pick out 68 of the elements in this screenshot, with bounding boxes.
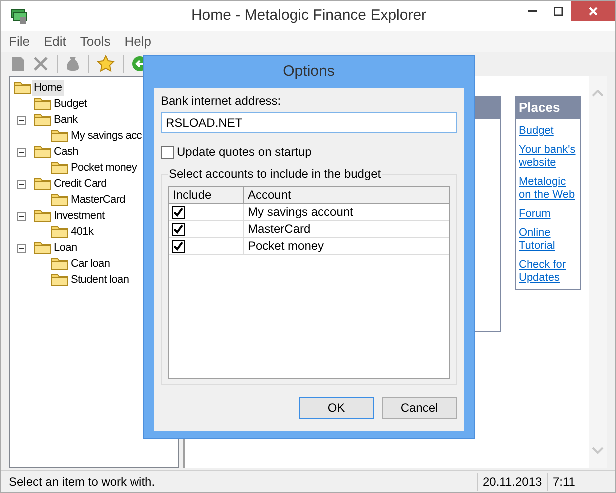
minimize-icon	[528, 10, 536, 12]
place-link[interactable]: Budget	[516, 125, 580, 138]
window-title: Home - Metalogic Finance Explorer	[190, 6, 428, 26]
folder-icon	[51, 129, 69, 143]
checkbox-label: Update quotes on startup	[177, 144, 312, 161]
folder-icon	[34, 113, 52, 127]
account-cell-text: MasterCard	[247, 221, 312, 237]
tree-item[interactable]: Home	[32, 80, 64, 96]
places-title: Places	[516, 97, 580, 119]
tree-item[interactable]: Bank	[52, 112, 80, 128]
status-message: Select an item to work with.	[8, 474, 156, 490]
close-button[interactable]	[571, 1, 615, 21]
place-link[interactable]: Metalogic on the Web	[516, 176, 580, 202]
place-link[interactable]: Forum	[516, 208, 580, 221]
tree-item[interactable]: Cash	[52, 144, 80, 160]
tree-item[interactable]: Investment	[52, 208, 107, 224]
tree-item[interactable]: Credit Card	[52, 176, 109, 192]
maximize-icon	[554, 6, 562, 16]
menu-item[interactable]: Help	[124, 32, 152, 52]
column-header[interactable]: Include	[169, 187, 244, 203]
folder-icon	[34, 209, 52, 223]
menu-item[interactable]: File	[9, 32, 30, 52]
folder-icon	[51, 257, 69, 271]
column-header[interactable]: Account	[244, 187, 449, 203]
place-link[interactable]: Check for Updates	[516, 259, 580, 285]
folder-icon	[14, 81, 32, 95]
status-time: 7:11	[547, 472, 601, 490]
place-link[interactable]: Your bank's website	[516, 144, 580, 170]
menu-item[interactable]: Tools	[80, 32, 111, 52]
tree-item[interactable]: Loan	[52, 240, 80, 256]
dialog-title: Options	[282, 62, 336, 82]
folder-icon	[34, 97, 52, 111]
tree-item[interactable]: Pocket money	[69, 160, 140, 176]
tree-item[interactable]: Student loan	[69, 272, 132, 288]
folder-icon	[34, 177, 52, 191]
include-checkbox[interactable]	[172, 240, 185, 252]
collapse-icon[interactable]	[17, 212, 26, 220]
place-link[interactable]: Online Tutorial	[516, 227, 580, 253]
tree-item[interactable]: Car loan	[69, 256, 112, 272]
menu-item[interactable]: Edit	[44, 32, 66, 52]
money-icon	[11, 7, 29, 25]
account-cell-text: Pocket money	[247, 238, 326, 254]
folder-icon	[51, 273, 69, 287]
collapse-icon[interactable]	[17, 148, 26, 156]
folder-icon	[51, 161, 69, 175]
folder-icon	[34, 145, 52, 159]
include-checkbox[interactable]	[172, 222, 185, 236]
folder-icon	[51, 225, 69, 239]
collapse-icon[interactable]	[17, 244, 26, 252]
address-field[interactable]: RSLOAD.NET	[161, 112, 457, 133]
folder-icon	[51, 193, 69, 207]
tree-item[interactable]: 401k	[69, 224, 96, 240]
address-label: Bank internet address:	[161, 94, 282, 109]
ok-button[interactable]: OK	[299, 397, 374, 419]
account-cell-text: My savings account	[247, 204, 354, 220]
close-icon	[588, 6, 598, 16]
cancel-button[interactable]: Cancel	[382, 397, 457, 419]
group-title: Select accounts to include in the budget	[168, 167, 382, 181]
collapse-icon[interactable]	[17, 116, 26, 124]
tree-item[interactable]: Budget	[52, 96, 90, 112]
include-checkbox[interactable]	[172, 206, 185, 218]
star-icon[interactable]	[97, 55, 115, 73]
update-quotes-checkbox[interactable]	[161, 146, 174, 158]
status-date: 20.11.2013	[477, 472, 547, 490]
tree-item[interactable]: My savings acc	[69, 128, 144, 144]
folder-icon	[34, 241, 52, 255]
tree-item[interactable]: MasterCard	[69, 192, 128, 208]
collapse-icon[interactable]	[17, 180, 26, 188]
